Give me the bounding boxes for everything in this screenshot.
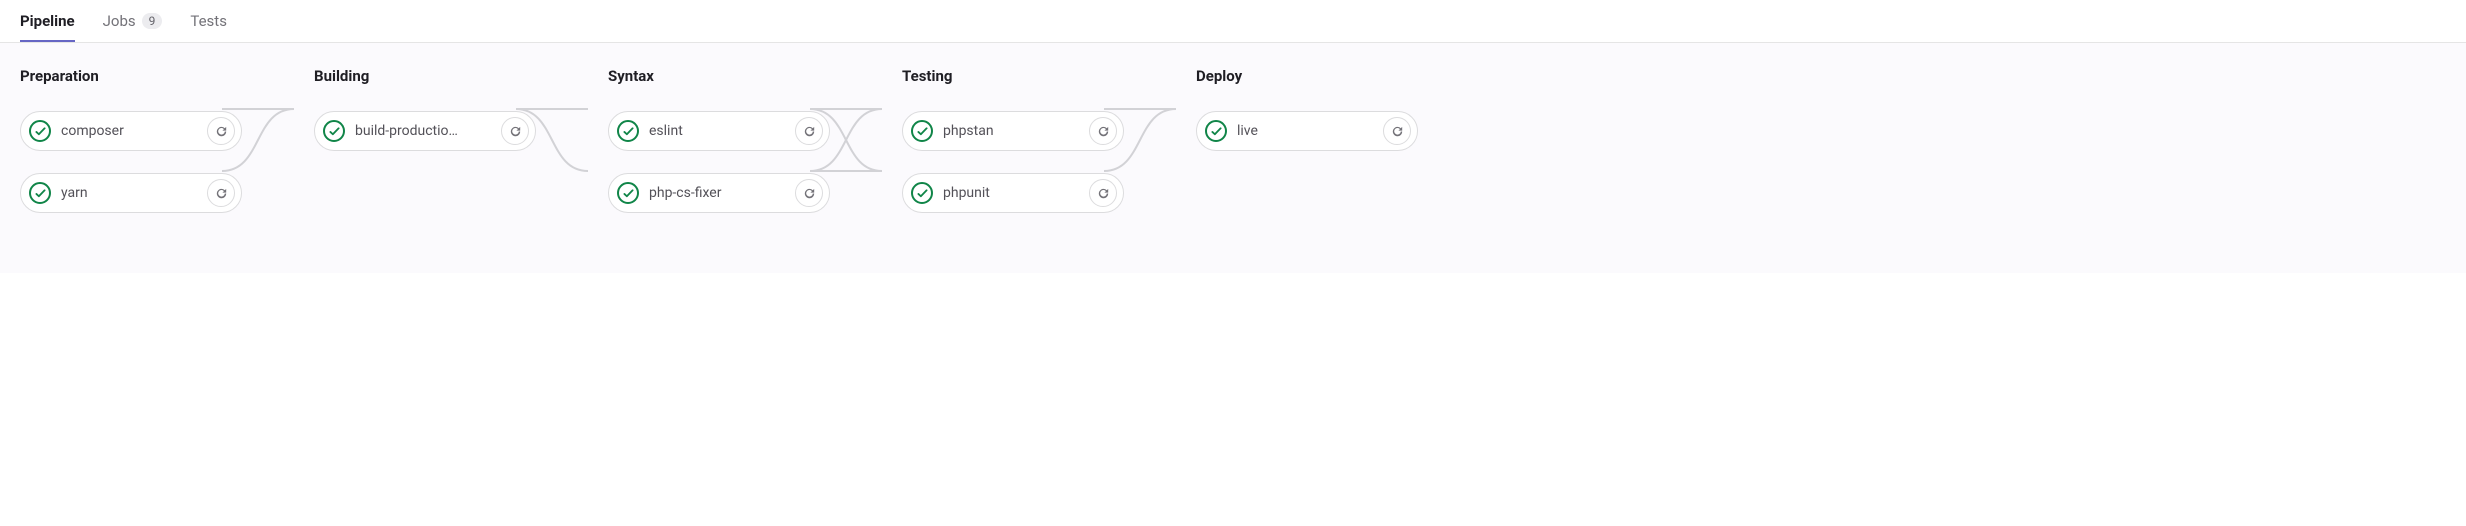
job-composer[interactable]: composer [20, 111, 242, 151]
stage-title: Preparation [20, 67, 242, 85]
check-circle-icon [1205, 120, 1227, 142]
retry-icon[interactable] [207, 179, 235, 207]
job-name: live [1237, 123, 1383, 139]
job-name: build-productio… [355, 123, 501, 139]
job-yarn[interactable]: yarn [20, 173, 242, 213]
retry-icon[interactable] [1089, 179, 1117, 207]
tab-bar: Pipeline Jobs 9 Tests [0, 0, 2466, 43]
retry-icon[interactable] [795, 117, 823, 145]
stage-jobs: composer yarn [20, 111, 242, 213]
job-live[interactable]: live [1196, 111, 1418, 151]
pipeline-graph: Preparation composer yarn [0, 43, 2466, 273]
retry-icon[interactable] [501, 117, 529, 145]
job-name: phpstan [943, 123, 1089, 139]
job-phpstan[interactable]: phpstan [902, 111, 1124, 151]
stage-testing: Testing phpstan phpunit [902, 67, 1124, 213]
stage-jobs: live [1196, 111, 1418, 151]
tab-jobs[interactable]: Jobs 9 [103, 0, 163, 42]
job-build-production[interactable]: build-productio… [314, 111, 536, 151]
job-name: phpunit [943, 185, 1089, 201]
check-circle-icon [29, 120, 51, 142]
job-name: yarn [61, 185, 207, 201]
check-circle-icon [323, 120, 345, 142]
check-circle-icon [617, 120, 639, 142]
tab-tests[interactable]: Tests [190, 0, 227, 42]
tab-label: Pipeline [20, 12, 75, 30]
job-phpunit[interactable]: phpunit [902, 173, 1124, 213]
stage-syntax: Syntax eslint php-cs-fixer [608, 67, 830, 213]
job-name: eslint [649, 123, 795, 139]
stage-jobs: build-productio… [314, 111, 536, 151]
tab-label: Jobs [103, 12, 136, 30]
retry-icon[interactable] [207, 117, 235, 145]
check-circle-icon [617, 182, 639, 204]
retry-icon[interactable] [1089, 117, 1117, 145]
stage-title: Deploy [1196, 67, 1418, 85]
stage-building: Building build-productio… [314, 67, 536, 151]
stage-jobs: phpstan phpunit [902, 111, 1124, 213]
stage-title: Testing [902, 67, 1124, 85]
check-circle-icon [911, 120, 933, 142]
job-eslint[interactable]: eslint [608, 111, 830, 151]
stages-row: Preparation composer yarn [20, 67, 2446, 213]
job-name: php-cs-fixer [649, 185, 795, 201]
job-name: composer [61, 123, 207, 139]
retry-icon[interactable] [795, 179, 823, 207]
retry-icon[interactable] [1383, 117, 1411, 145]
tab-label: Tests [190, 12, 227, 30]
stage-title: Syntax [608, 67, 830, 85]
tab-pipeline[interactable]: Pipeline [20, 0, 75, 42]
stage-jobs: eslint php-cs-fixer [608, 111, 830, 213]
check-circle-icon [29, 182, 51, 204]
job-php-cs-fixer[interactable]: php-cs-fixer [608, 173, 830, 213]
tab-badge: 9 [142, 13, 163, 29]
stage-deploy: Deploy live [1196, 67, 1418, 151]
stage-preparation: Preparation composer yarn [20, 67, 242, 213]
check-circle-icon [911, 182, 933, 204]
stage-title: Building [314, 67, 536, 85]
